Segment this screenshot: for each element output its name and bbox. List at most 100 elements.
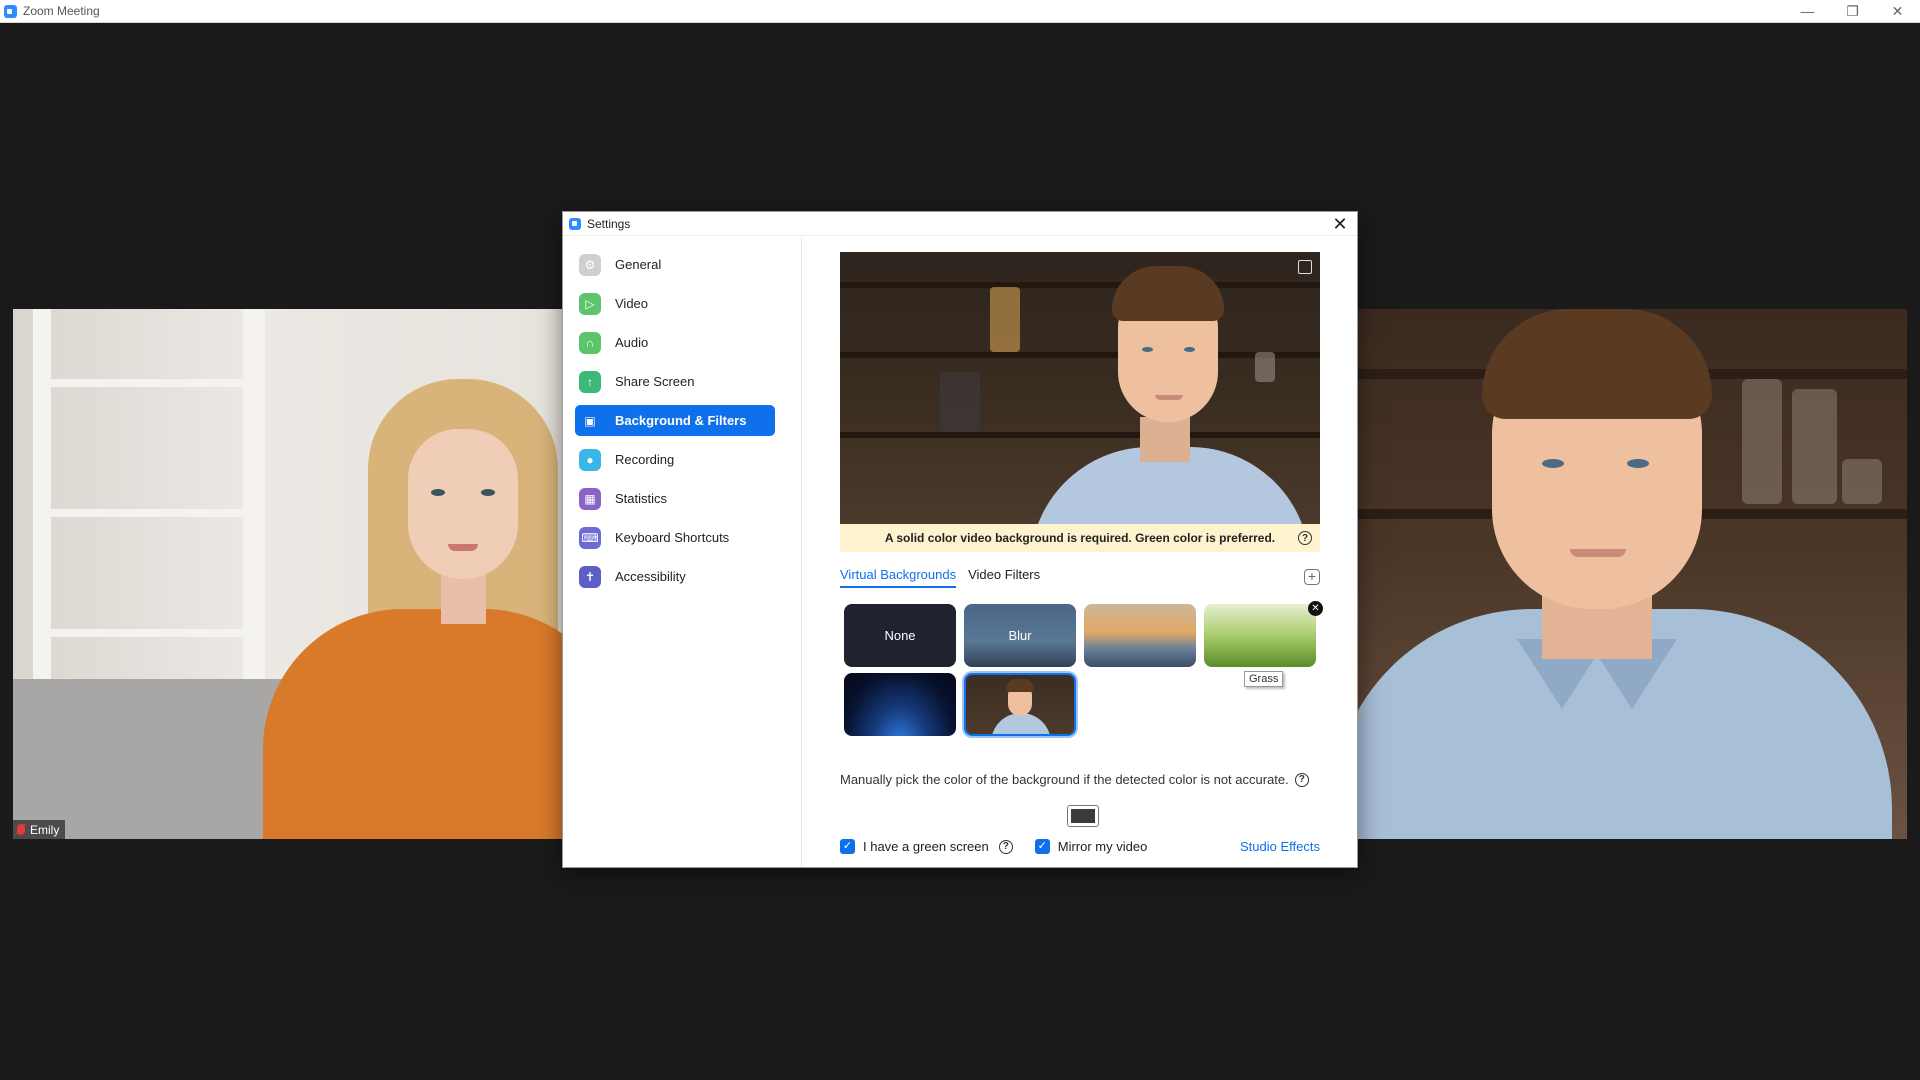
mirror-video-label: Mirror my video (1057, 839, 1148, 854)
popout-icon[interactable] (1298, 260, 1312, 274)
accessibility-icon: ✝ (579, 565, 601, 588)
jar (990, 287, 1020, 352)
sidebar-item-label: General (615, 257, 662, 272)
color-pick-text: Manually pick the color of the backgroun… (840, 772, 1289, 787)
picked-color-swatch (1071, 809, 1095, 823)
tab-virtual-backgrounds[interactable]: Virtual Backgrounds (840, 567, 957, 588)
minimize-button[interactable]: — (1785, 0, 1830, 22)
color-pick-hint: Manually pick the color of the backgroun… (840, 772, 1309, 787)
sidebar-item-label: Statistics (615, 491, 668, 506)
background-tooltip: Grass (1244, 671, 1284, 687)
person-lips (448, 544, 478, 551)
bookshelf-shelf (33, 629, 263, 637)
sidebar-item-background-filters[interactable]: ▣ Background & Filters (575, 405, 775, 436)
mic-muted-icon (17, 824, 25, 835)
person-lips (1155, 395, 1183, 400)
add-background-icon[interactable]: + (1304, 569, 1320, 585)
sidebar-item-audio[interactable]: ∩ Audio (575, 327, 775, 358)
person-eye (1184, 347, 1195, 352)
headphones-icon: ∩ (579, 331, 601, 354)
bookshelf-shelf (33, 379, 263, 387)
participant-name-label: Emily (13, 820, 66, 839)
sidebar-item-keyboard-shortcuts[interactable]: ⌨ Keyboard Shortcuts (575, 522, 775, 553)
studio-effects-link[interactable]: Studio Effects (1240, 839, 1320, 854)
help-icon[interactable]: ? (1298, 531, 1312, 545)
person-neck (1140, 417, 1190, 462)
settings-sidebar: ⚙ General ▷ Video ∩ Audio ↑ Share Screen… (563, 237, 802, 867)
person-shirt (991, 713, 1051, 734)
jar (1842, 459, 1882, 504)
person-eye (481, 489, 495, 496)
record-icon: ● (579, 448, 601, 471)
background-none[interactable]: None (844, 604, 956, 667)
sidebar-item-statistics[interactable]: ▦ Statistics (575, 483, 775, 514)
video-preview (840, 252, 1320, 524)
color-picker-button[interactable] (1067, 805, 1099, 827)
sidebar-item-label: Video (615, 296, 649, 311)
background-golden-gate-bridge[interactable] (1084, 604, 1196, 667)
jar (940, 372, 980, 432)
person-eye (1627, 459, 1649, 468)
background-grass[interactable] (1204, 604, 1316, 667)
share-screen-icon: ↑ (579, 370, 601, 393)
jar (1255, 352, 1275, 382)
close-window-button[interactable]: ✕ (1875, 0, 1920, 22)
settings-dialog: Settings ✕ ⚙ General ▷ Video ∩ Audio ↑ S… (563, 212, 1357, 867)
dialog-title: Settings (587, 216, 631, 231)
tab-video-filters[interactable]: Video Filters (968, 567, 1040, 588)
person-lips (1570, 549, 1626, 557)
video-camera-icon: ▷ (579, 292, 601, 315)
sidebar-item-general[interactable]: ⚙ General (575, 249, 775, 280)
sidebar-item-label: Background & Filters (615, 413, 747, 428)
close-icon[interactable]: ✕ (1331, 215, 1349, 233)
participant-video-self[interactable] (1312, 309, 1907, 839)
background-label: None (884, 628, 916, 643)
jar (1742, 379, 1782, 504)
sidebar-item-label: Audio (615, 335, 649, 350)
sidebar-item-share-screen[interactable]: ↑ Share Screen (575, 366, 775, 397)
participant-name: Emily (30, 822, 60, 837)
sidebar-item-accessibility[interactable]: ✝ Accessibility (575, 561, 775, 592)
dialog-titlebar: Settings ✕ (563, 212, 1357, 236)
background-original-room[interactable] (964, 673, 1076, 736)
options-row: ✓ I have a green screen ? ✓ Mirror my vi… (840, 839, 1320, 854)
mirror-video-checkbox[interactable]: ✓ (1034, 839, 1050, 854)
participant-video-emily[interactable]: Emily (13, 309, 613, 839)
background-label: Blur (1008, 628, 1032, 643)
bar-chart-icon: ▦ (579, 487, 601, 510)
person-face (408, 429, 518, 579)
person-hair (1112, 266, 1224, 321)
green-screen-warning: A solid color video background is requir… (840, 524, 1320, 552)
person-eye (1542, 459, 1564, 468)
jar (1792, 389, 1837, 504)
background-tabs: Virtual Backgrounds Video Filters (840, 567, 1040, 588)
sidebar-item-label: Keyboard Shortcuts (615, 530, 730, 545)
shelf (840, 352, 1320, 358)
person-card-icon: ▣ (584, 413, 596, 428)
person-hair (1006, 679, 1034, 692)
sidebar-item-recording[interactable]: ● Recording (575, 444, 775, 475)
sidebar-item-label: Recording (615, 452, 675, 467)
person-hair (1482, 309, 1712, 419)
window-titlebar: Zoom Meeting — ❐ ✕ (0, 0, 1920, 23)
help-icon[interactable]: ? (1294, 772, 1309, 787)
settings-content: A solid color video background is requir… (803, 237, 1357, 867)
restore-button[interactable]: ❐ (1830, 0, 1875, 22)
window-title: Zoom Meeting (23, 4, 100, 18)
gear-icon: ⚙ (579, 253, 601, 276)
remove-background-icon[interactable]: ✕ (1308, 601, 1323, 616)
shelf (840, 282, 1320, 288)
warning-text: A solid color video background is requir… (884, 531, 1276, 545)
bookshelf-shelf (33, 509, 263, 517)
help-icon[interactable]: ? (998, 839, 1013, 854)
background-earth-space[interactable] (844, 673, 956, 736)
zoom-logo-icon (569, 217, 581, 230)
sidebar-item-label: Share Screen (615, 374, 695, 389)
person-eye (1142, 347, 1153, 352)
person-sweater (263, 609, 613, 839)
zoom-logo-icon (4, 4, 17, 18)
background-blur[interactable]: Blur (964, 604, 1076, 667)
shelf (840, 432, 1320, 438)
green-screen-checkbox[interactable]: ✓ (840, 839, 855, 854)
sidebar-item-video[interactable]: ▷ Video (575, 288, 775, 319)
